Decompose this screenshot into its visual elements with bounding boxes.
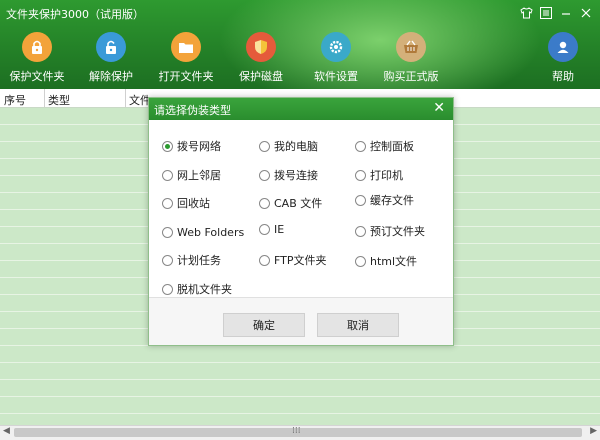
option-html-file[interactable]: html文件	[355, 253, 417, 269]
option-label: 回收站	[177, 197, 210, 210]
lock-icon	[22, 32, 52, 62]
toolbar-label: 帮助	[552, 70, 574, 83]
radio-button[interactable]	[259, 140, 270, 152]
option-scheduled-tasks[interactable]: 计划任务	[162, 252, 221, 268]
window-title: 文件夹保护3000（试用版）	[6, 8, 144, 21]
option-my-computer[interactable]: 我的电脑	[259, 138, 318, 154]
radio-button[interactable]	[162, 169, 173, 181]
dialog-header: 请选择伪装类型 ✕	[149, 98, 453, 120]
app-header: 文件夹保护3000（试用版） 保护文件夹 解除保护 打开文件夹 保护磁盘 软件设…	[0, 0, 600, 89]
option-printer[interactable]: 打印机	[355, 167, 403, 183]
toolbar-protect-disk-button[interactable]: 保护磁盘	[226, 32, 296, 84]
option-control-panel[interactable]: 控制面板	[355, 138, 414, 154]
option-label: 控制面板	[370, 140, 414, 153]
gear-icon	[321, 32, 351, 62]
option-label: 拨号网络	[177, 140, 221, 153]
radio-button[interactable]	[355, 140, 366, 152]
shirt-icon[interactable]	[516, 4, 536, 22]
radio-button[interactable]	[162, 140, 173, 152]
close-icon[interactable]: ✕	[433, 100, 445, 116]
option-label: 我的电脑	[274, 140, 318, 153]
radio-button[interactable]	[259, 254, 270, 266]
option-label: IE	[274, 223, 285, 236]
radio-button[interactable]	[259, 224, 270, 235]
close-icon[interactable]	[576, 4, 596, 22]
column-header-type[interactable]: 类型	[48, 92, 70, 108]
option-dialup-connection[interactable]: 拨号连接	[259, 167, 318, 183]
column-header-index[interactable]: 序号	[4, 92, 26, 108]
toolbar-label: 软件设置	[314, 70, 358, 83]
user-icon	[548, 32, 578, 62]
scroll-right-icon[interactable]: ▶	[590, 426, 597, 436]
option-label: FTP文件夹	[274, 254, 327, 267]
dialog-title: 请选择伪装类型	[154, 104, 231, 117]
option-label: 脱机文件夹	[177, 283, 232, 296]
unlock-icon	[96, 32, 126, 62]
option-label: 预订文件夹	[370, 225, 425, 238]
toolbar-label: 解除保护	[89, 70, 133, 83]
toolbar-buy-button[interactable]: 购买正式版	[376, 32, 446, 84]
disguise-type-dialog: 请选择伪装类型 ✕ 拨号网络 我的电脑 控制面板 网上邻居 拨号连接 打印机 回…	[148, 97, 454, 346]
shield-icon	[246, 32, 276, 62]
toolbar-unprotect-button[interactable]: 解除保护	[76, 32, 146, 84]
scroll-left-icon[interactable]: ◀	[3, 426, 10, 436]
scrollbar-grip-icon: ⁞⁞⁞	[292, 426, 301, 436]
option-web-folders[interactable]: Web Folders	[162, 226, 244, 239]
radio-button[interactable]	[355, 194, 366, 206]
option-label: 缓存文件	[370, 194, 414, 207]
toolbar-help-button[interactable]: 帮助	[528, 32, 598, 84]
toolbar-label: 购买正式版	[383, 70, 439, 83]
option-network-neighborhood[interactable]: 网上邻居	[162, 167, 221, 183]
toolbar-protect-folder-button[interactable]: 保护文件夹	[2, 32, 72, 84]
radio-button[interactable]	[162, 197, 173, 209]
horizontal-scrollbar[interactable]: ◀ ⁞⁞⁞ ▶	[0, 425, 600, 440]
option-label: 网上邻居	[177, 169, 221, 182]
cancel-button[interactable]: 取消	[317, 313, 399, 337]
radio-button[interactable]	[355, 225, 366, 237]
option-label: html文件	[370, 255, 418, 268]
radio-button[interactable]	[162, 227, 173, 238]
minimize-icon[interactable]	[556, 4, 576, 22]
radio-button[interactable]	[259, 169, 270, 181]
basket-icon	[396, 32, 426, 62]
folder-icon	[171, 32, 201, 62]
window-controls	[516, 4, 596, 22]
option-label: Web Folders	[177, 226, 245, 239]
toolbar-label: 保护文件夹	[9, 70, 65, 83]
dialog-footer: 确定 取消	[149, 297, 453, 345]
ok-button[interactable]: 确定	[223, 313, 305, 337]
toolbar-open-folder-button[interactable]: 打开文件夹	[151, 32, 221, 84]
option-offline-folder[interactable]: 脱机文件夹	[162, 281, 232, 297]
radio-button[interactable]	[162, 283, 173, 295]
option-dialup-network[interactable]: 拨号网络	[162, 138, 221, 154]
option-label: CAB 文件	[274, 197, 323, 210]
menu-icon[interactable]	[536, 4, 556, 22]
toolbar-label: 保护磁盘	[239, 70, 283, 83]
option-ftp-folder[interactable]: FTP文件夹	[259, 252, 327, 268]
option-label: 计划任务	[177, 254, 221, 267]
option-label: 打印机	[370, 169, 403, 182]
option-label: 拨号连接	[274, 169, 318, 182]
toolbar-label: 打开文件夹	[158, 70, 214, 83]
option-cab-file[interactable]: CAB 文件	[259, 195, 322, 211]
radio-button[interactable]	[355, 255, 366, 267]
option-recycle-bin[interactable]: 回收站	[162, 195, 210, 211]
option-ie[interactable]: IE	[259, 223, 284, 236]
radio-button[interactable]	[162, 254, 173, 266]
option-cache-file[interactable]: 缓存文件	[355, 192, 414, 208]
radio-button[interactable]	[355, 169, 366, 181]
toolbar-settings-button[interactable]: 软件设置	[301, 32, 371, 84]
option-subscription-folder[interactable]: 预订文件夹	[355, 223, 425, 239]
column-divider	[125, 89, 126, 107]
column-divider	[44, 89, 45, 107]
radio-button[interactable]	[259, 197, 270, 209]
